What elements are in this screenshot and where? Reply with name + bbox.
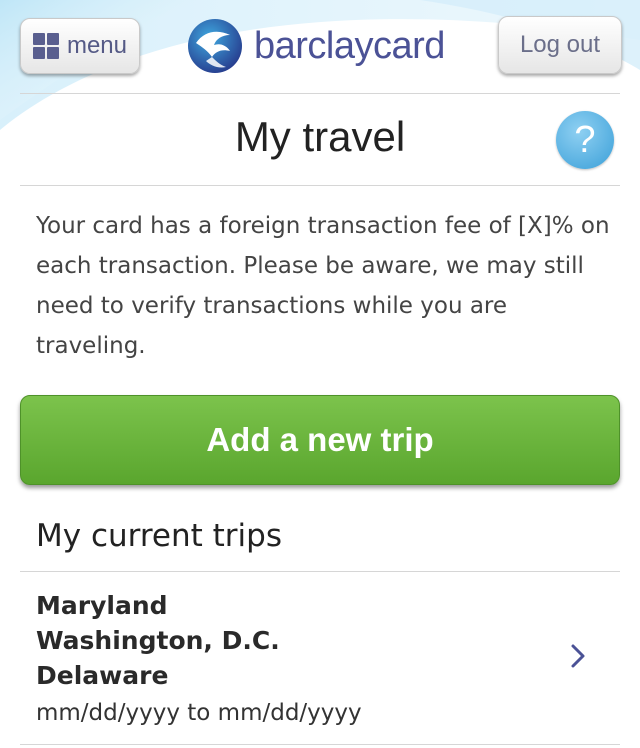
question-icon: ? [574, 118, 596, 161]
header-divider [20, 93, 620, 94]
chevron-right-icon [571, 644, 585, 668]
travel-page: menu barclaycard Log out My travel ? You… [0, 0, 640, 748]
app-header: menu barclaycard Log out [0, 0, 640, 94]
add-trip-button[interactable]: Add a new trip [20, 395, 620, 485]
menu-label: menu [66, 32, 128, 59]
fee-notice: Your card has a foreign transaction fee … [36, 213, 610, 359]
help-button[interactable]: ? [556, 111, 614, 169]
title-divider [20, 185, 620, 186]
grid-icon [32, 33, 59, 59]
trip-place: Delaware [36, 661, 169, 690]
logo-text: barclaycard [254, 24, 445, 67]
barclaycard-logo: barclaycard [186, 16, 445, 76]
trip-places: Maryland Washington, D.C. Delaware [36, 588, 280, 693]
trip-dates: mm/dd/yyyy to mm/dd/yyyy [36, 700, 362, 726]
trip-list-item[interactable]: Maryland Washington, D.C. Delaware mm/dd… [20, 572, 620, 744]
title-bar: My travel ? [0, 95, 640, 185]
list-bottom-divider [20, 744, 620, 745]
menu-button[interactable]: menu [20, 18, 140, 74]
page-title: My travel [234, 113, 406, 160]
section-title: My current trips [36, 518, 282, 554]
eagle-logo-icon [188, 19, 242, 73]
trip-place: Maryland [36, 591, 168, 620]
logout-button[interactable]: Log out [498, 16, 622, 74]
trip-place: Washington, D.C. [36, 626, 280, 655]
